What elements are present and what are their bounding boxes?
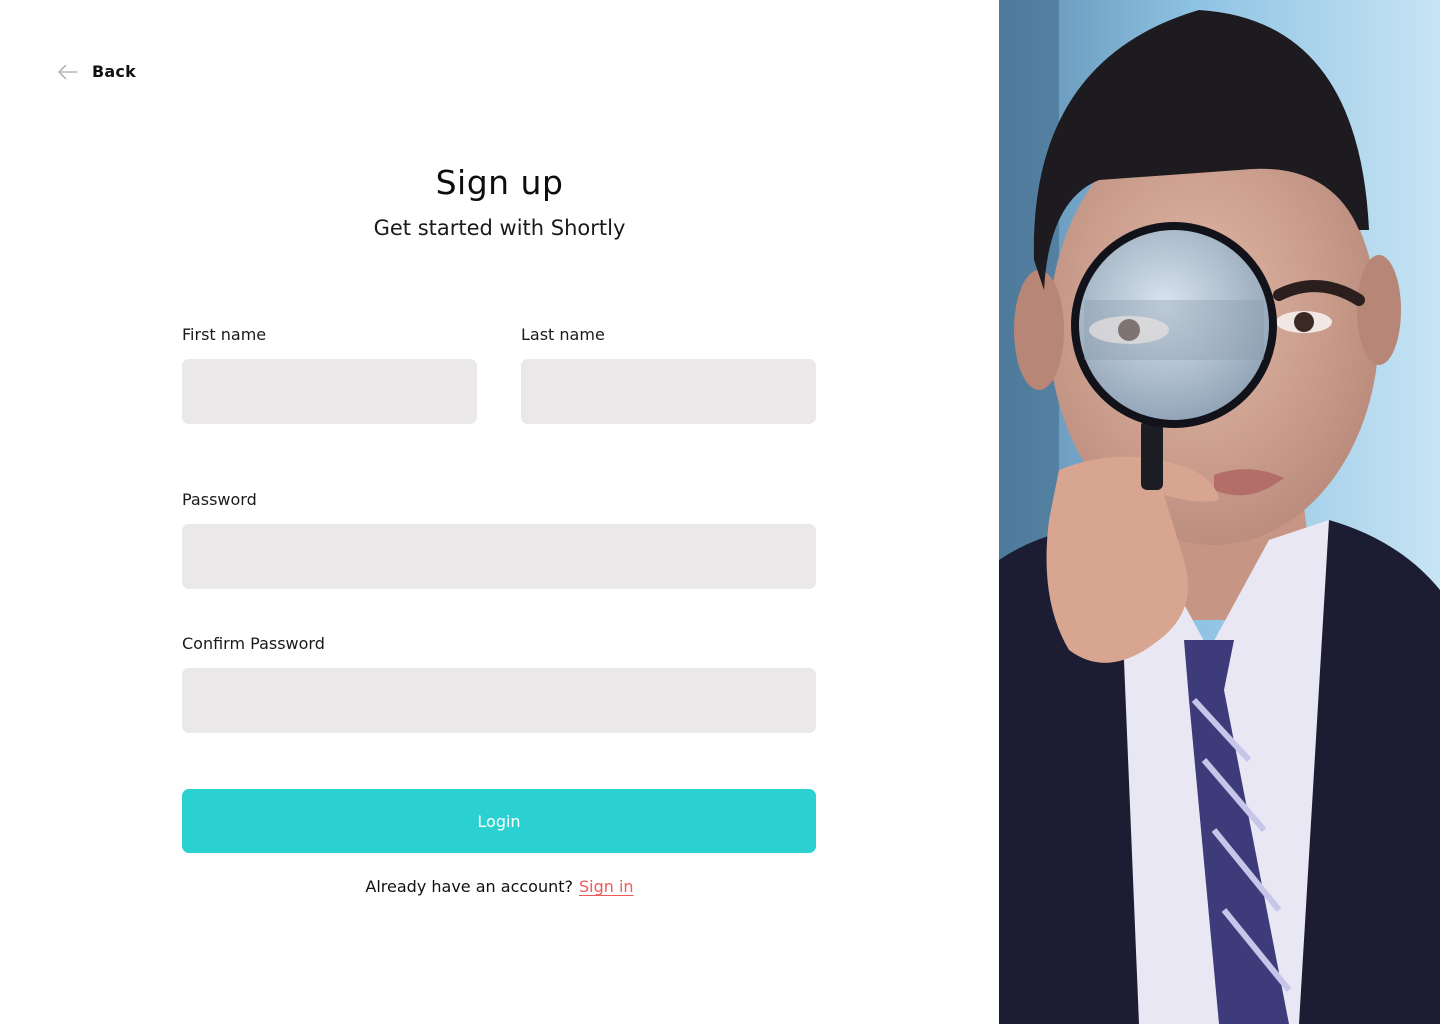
arrow-left-icon bbox=[57, 64, 78, 80]
back-button[interactable]: Back bbox=[57, 62, 136, 81]
password-label: Password bbox=[182, 490, 257, 509]
back-label: Back bbox=[92, 62, 136, 81]
first-name-label: First name bbox=[182, 325, 267, 344]
signin-prompt-text: Already have an account? bbox=[365, 877, 573, 896]
confirm-password-field[interactable] bbox=[182, 668, 816, 733]
hero-photo bbox=[999, 0, 1440, 1024]
sign-in-link[interactable]: Sign in bbox=[579, 877, 634, 896]
signin-prompt: Already have an account? Sign in bbox=[0, 877, 999, 896]
page-title: Sign up bbox=[435, 163, 564, 202]
first-name-field[interactable] bbox=[182, 359, 477, 424]
page-subtitle: Get started with Shortly bbox=[373, 216, 626, 240]
last-name-field[interactable] bbox=[521, 359, 816, 424]
password-field[interactable] bbox=[182, 524, 816, 589]
signup-page: Back Sign up Get started with Shortly Fi… bbox=[0, 0, 1440, 1024]
confirm-password-label: Confirm Password bbox=[182, 634, 325, 653]
man-with-magnifying-glass-photo bbox=[999, 0, 1440, 1024]
login-button[interactable]: Login bbox=[182, 789, 816, 853]
signup-panel: Back Sign up Get started with Shortly Fi… bbox=[0, 0, 999, 1024]
last-name-label: Last name bbox=[521, 325, 605, 344]
